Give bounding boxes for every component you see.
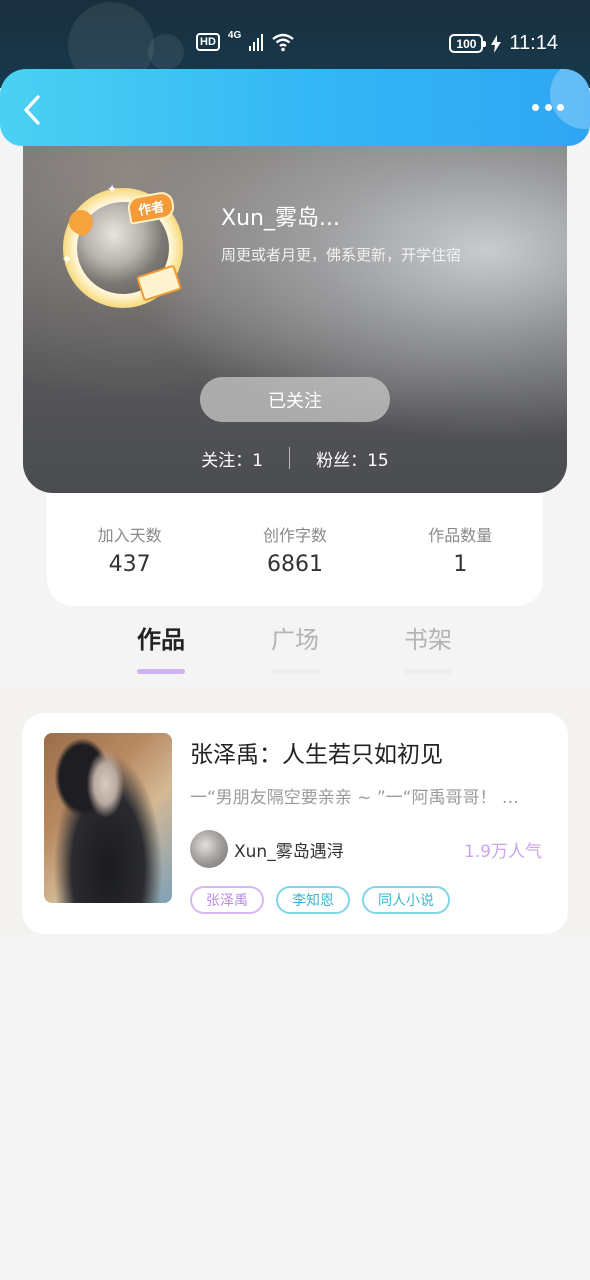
- profile-name: Xun_雾岛...: [221, 206, 340, 231]
- follow-button[interactable]: 已关注: [200, 377, 390, 422]
- author-badge: 作者: [126, 190, 177, 225]
- hd-badge: HD: [196, 33, 220, 51]
- stat-word-count: 创作字数 6861: [230, 522, 360, 606]
- sparkle-icon: ✦: [61, 252, 73, 268]
- fans-label: 粉丝：: [316, 450, 368, 471]
- work-popularity: 1.9万人气: [463, 841, 542, 862]
- stat-works-count: 作品数量 1: [395, 522, 525, 606]
- following-count: 1: [252, 450, 264, 471]
- tab-label: 书架: [404, 626, 452, 654]
- tab-square[interactable]: 广场: [255, 620, 335, 674]
- more-dot: [557, 104, 564, 111]
- tab-indicator: [271, 669, 319, 674]
- clock: 11:14: [509, 32, 558, 54]
- stat-value: 1: [453, 552, 468, 577]
- network-indicators: HD 4G: [196, 30, 295, 52]
- stat-label: 作品数量: [428, 526, 493, 545]
- work-author-name[interactable]: Xun_雾岛遇浔: [234, 837, 344, 862]
- more-button[interactable]: [532, 104, 564, 114]
- stats-divider: [289, 447, 291, 469]
- battery-level: 100: [456, 36, 477, 51]
- sparkle-icon: ✦: [107, 182, 118, 196]
- decorative-wave: [550, 69, 590, 129]
- tab-works[interactable]: 作品: [121, 620, 201, 674]
- wifi-icon: [272, 33, 294, 52]
- tag-chip[interactable]: 张泽禹: [190, 886, 264, 914]
- work-author-row: Xun_雾岛遇浔 1.9万人气: [190, 829, 542, 869]
- tab-label: 广场: [271, 626, 319, 654]
- avatar[interactable]: ✦ ✦ 作者: [61, 182, 183, 308]
- following-stat[interactable]: 关注：1: [201, 446, 263, 471]
- work-tags: 张泽禹 李知恩 同人小说: [190, 886, 450, 914]
- tag-chip[interactable]: 同人小说: [362, 886, 450, 914]
- stat-value: 6861: [266, 552, 323, 577]
- more-dot: [532, 104, 539, 111]
- stat-value: 437: [108, 552, 151, 577]
- nav-bar: [0, 69, 590, 146]
- tab-bar: 作品 广场 书架: [0, 620, 590, 680]
- background-bubble: [148, 34, 184, 70]
- fans-count: 15: [367, 450, 389, 471]
- profile-bio: 周更或者月更，佛系更新，开学住宿: [221, 246, 462, 264]
- tab-label: 作品: [137, 626, 185, 654]
- tab-indicator: [404, 669, 452, 674]
- chevron-left-icon: [24, 95, 40, 125]
- signal-icon: [249, 34, 264, 51]
- network-type-label: 4G: [227, 30, 242, 41]
- stat-label: 加入天数: [97, 526, 162, 545]
- work-title: 张泽禹：人生若只如初见: [190, 742, 443, 768]
- tab-indicator: [137, 669, 185, 674]
- stat-label: 创作字数: [262, 526, 327, 545]
- work-excerpt: 一“男朋友隔空要亲亲 ~ ”一“阿禹哥哥！ …: [190, 788, 519, 808]
- system-indicators: 100 11:14: [449, 32, 558, 55]
- tab-bookshelf[interactable]: 书架: [388, 620, 468, 674]
- tag-chip[interactable]: 李知恩: [276, 886, 350, 914]
- work-cover-image[interactable]: [44, 733, 172, 903]
- battery-icon: 100: [449, 34, 487, 53]
- stat-join-days: 加入天数 437: [65, 522, 195, 606]
- charging-icon: [491, 34, 502, 53]
- follow-stats: 关注：1 粉丝：15: [23, 446, 567, 471]
- back-button[interactable]: [18, 93, 48, 127]
- fans-stat[interactable]: 粉丝：15: [316, 446, 389, 471]
- more-dot: [544, 104, 552, 111]
- following-label: 关注：: [201, 450, 253, 471]
- work-author-avatar[interactable]: [190, 830, 228, 868]
- work-card[interactable]: 张泽禹：人生若只如初见 一“男朋友隔空要亲亲 ~ ”一“阿禹哥哥！ … Xun_…: [22, 713, 568, 934]
- profile-card: ✦ ✦ 作者 Xun_雾岛... 周更或者月更，佛系更新，开学住宿 已关注 关注…: [23, 120, 567, 493]
